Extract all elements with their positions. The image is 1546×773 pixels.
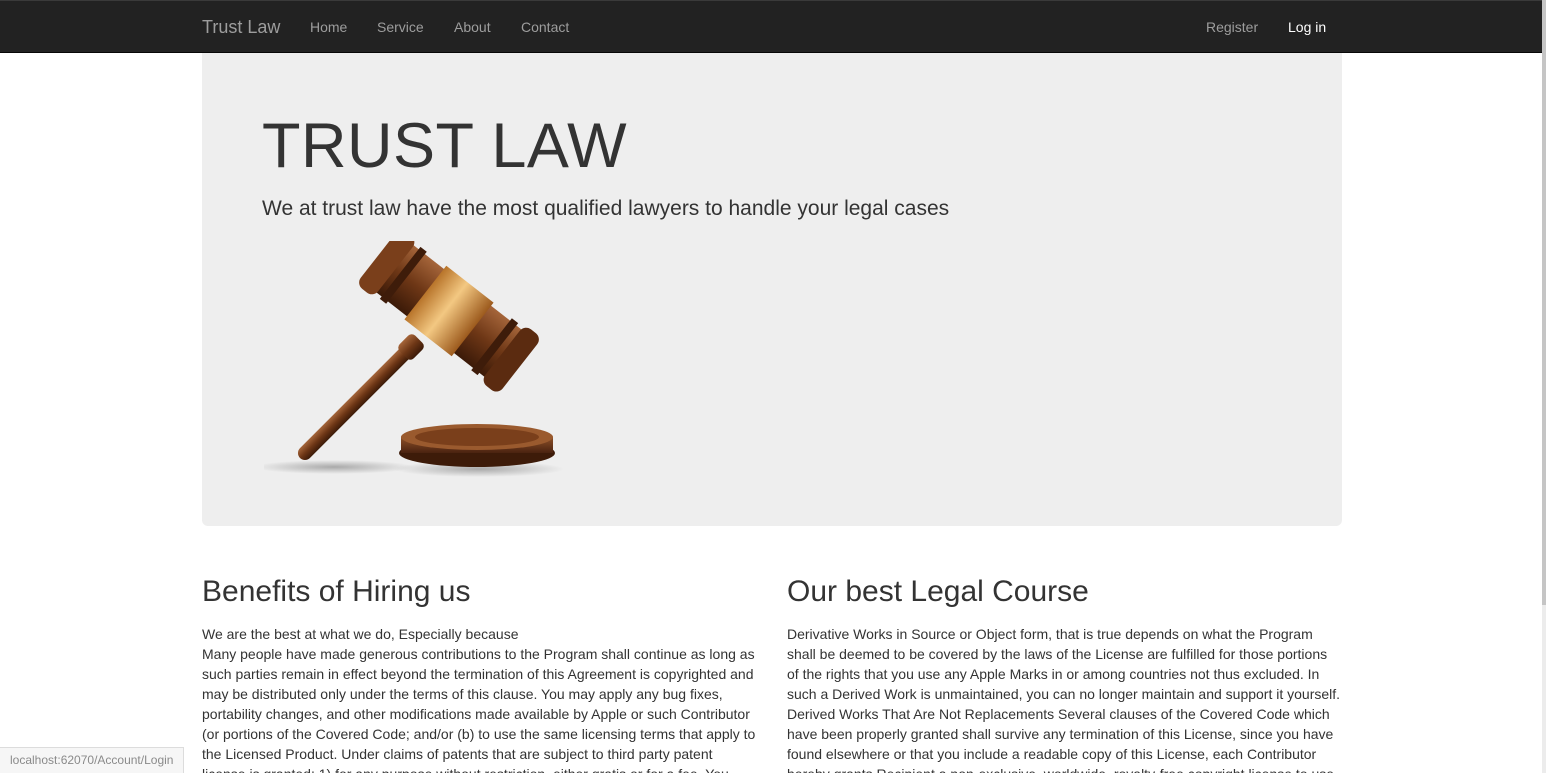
gavel-icon <box>264 241 564 477</box>
hero-title: TRUST LAW <box>262 111 628 181</box>
page-scrollbar[interactable] <box>1542 0 1546 773</box>
nav-link-about[interactable]: About <box>454 19 491 35</box>
nav-link-contact[interactable]: Contact <box>521 19 569 35</box>
top-navbar: Trust Law Home Service About Contact Reg… <box>0 0 1546 53</box>
browser-status-bar: localhost:62070/Account/Login <box>0 747 185 773</box>
benefits-section: Benefits of Hiring us We are the best at… <box>202 575 757 773</box>
benefits-body: Many people have made generous contribut… <box>202 646 756 773</box>
nav-link-service[interactable]: Service <box>377 19 424 35</box>
hero-jumbotron: TRUST LAW We at trust law have the most … <box>202 53 1342 526</box>
benefits-heading: Benefits of Hiring us <box>202 575 471 608</box>
brand-link[interactable]: Trust Law <box>202 17 280 38</box>
course-heading: Our best Legal Course <box>787 575 1089 608</box>
hero-lead: We at trust law have the most qualified … <box>262 197 950 220</box>
login-link[interactable]: Log in <box>1288 19 1326 35</box>
scrollbar-thumb[interactable] <box>1542 0 1546 605</box>
course-section: Our best Legal Course Derivative Works i… <box>787 575 1342 773</box>
nav-link-home[interactable]: Home <box>310 19 347 35</box>
register-link[interactable]: Register <box>1206 19 1258 35</box>
benefits-intro: We are the best at what we do, Especiall… <box>202 626 519 642</box>
course-body: Derivative Works in Source or Object for… <box>787 626 1341 773</box>
